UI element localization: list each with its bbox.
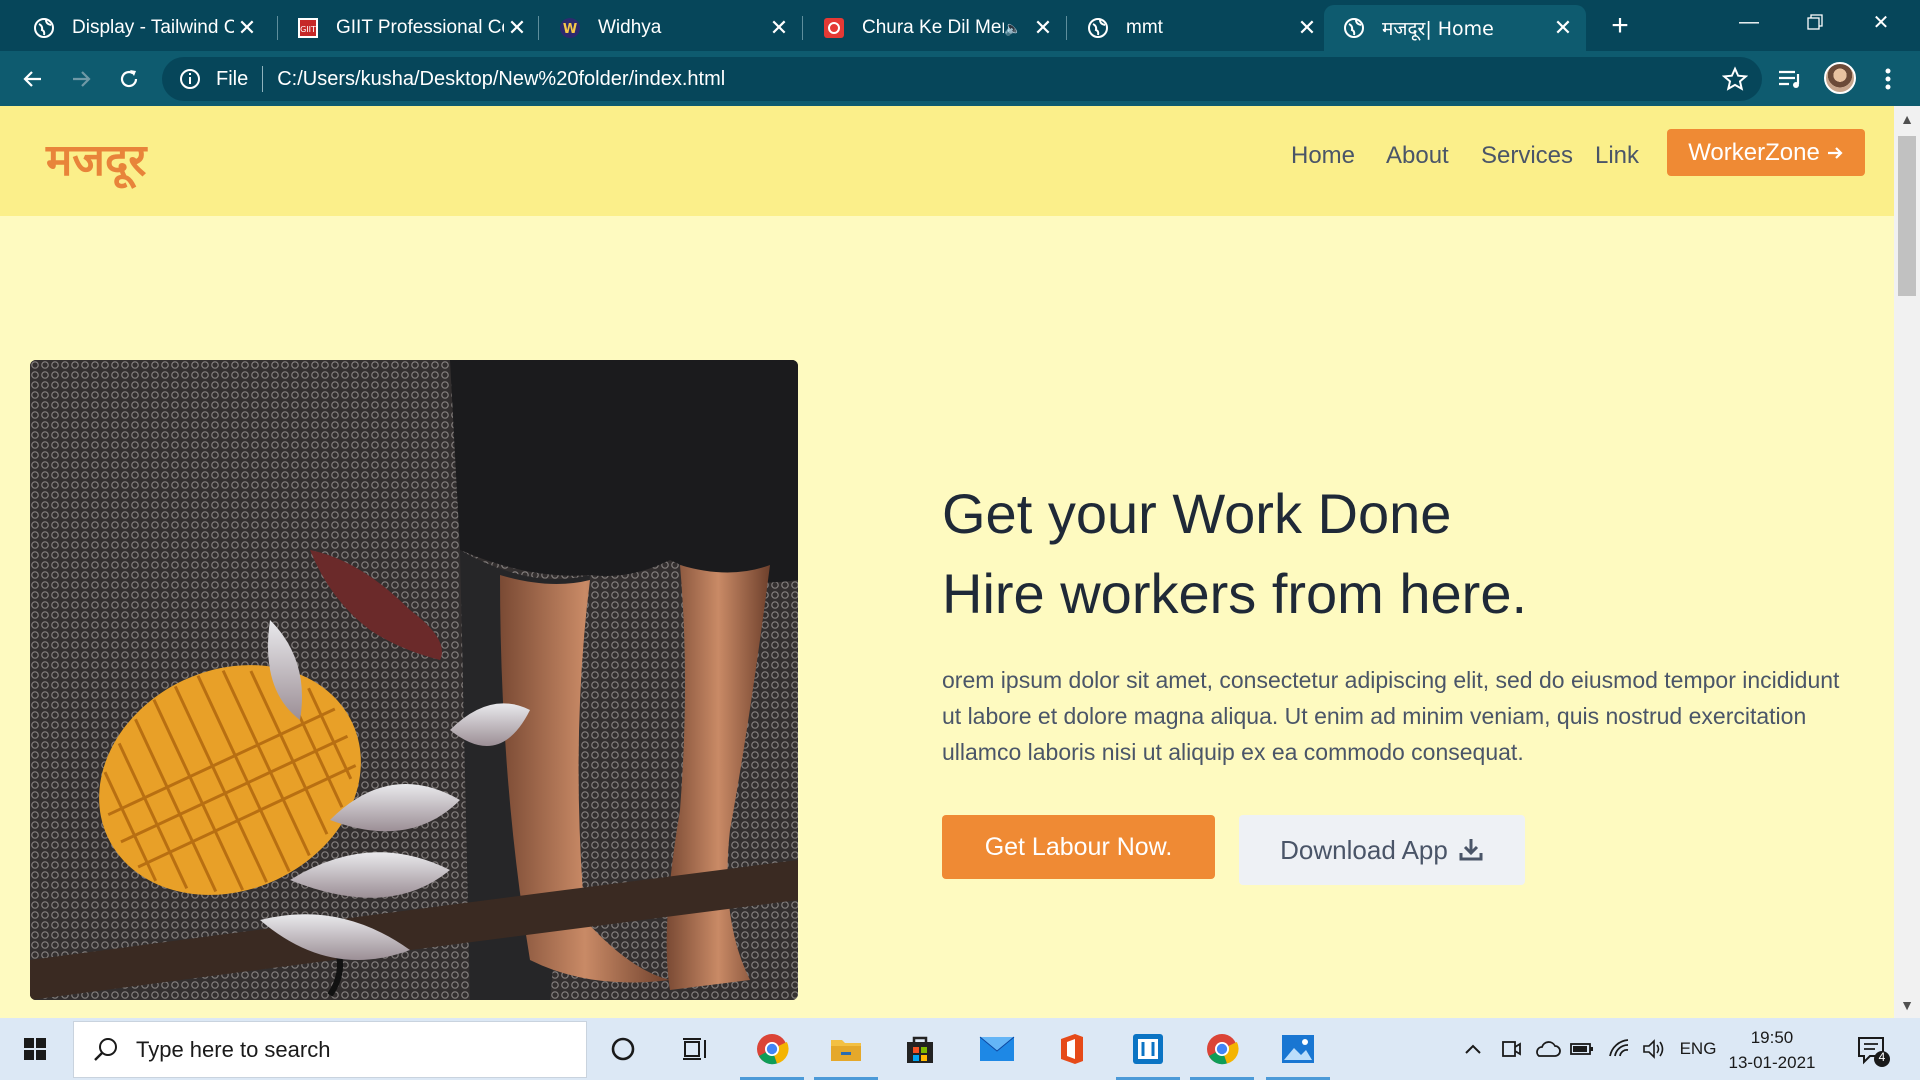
browser-toolbar: File C:/Users/kusha/Desktop/New%20folder…	[0, 51, 1920, 106]
headline-line-1: Get your Work Done	[942, 482, 1452, 545]
tab-title: Display - Tailwind CSS	[72, 17, 234, 38]
close-icon[interactable]: ✕	[1030, 15, 1056, 41]
taskbar-search-input[interactable]: Type here to search	[73, 1021, 587, 1078]
download-app-label: Download App	[1280, 834, 1448, 865]
giit-logo-icon: GIIT	[296, 16, 320, 40]
bookmark-star-icon[interactable]	[1722, 66, 1748, 92]
close-icon[interactable]: ✕	[504, 15, 530, 41]
clock-date: 13-01-2021	[1728, 1053, 1816, 1072]
tab-tailwind[interactable]: Display - Tailwind CSS ✕	[14, 5, 270, 51]
minimize-icon[interactable]: —	[1716, 0, 1782, 44]
search-placeholder: Type here to search	[136, 1036, 331, 1062]
tab-title: Widhya	[598, 17, 662, 38]
tab-title: Chura Ke Dil Mera	[862, 17, 1004, 38]
arrow-right-icon	[1827, 146, 1843, 159]
music-app-icon	[822, 16, 846, 40]
globe-icon	[1086, 16, 1110, 40]
media-playlist-icon[interactable]	[1772, 61, 1808, 97]
globe-icon	[1342, 16, 1366, 40]
back-icon[interactable]	[14, 60, 52, 98]
chrome-icon[interactable]	[1186, 1018, 1258, 1080]
scroll-down-icon[interactable]: ▼	[1894, 992, 1920, 1018]
language-indicator[interactable]: ENG	[1676, 1036, 1720, 1062]
svg-text:GIIT: GIIT	[300, 25, 316, 34]
page-viewport: मजदूर Home About Services Link WorkerZon…	[0, 106, 1894, 1018]
notification-center-icon[interactable]: 4	[1856, 1034, 1892, 1068]
site-navbar: मजदूर Home About Services Link WorkerZon…	[0, 106, 1894, 216]
tab-separator	[538, 16, 539, 40]
task-view-icon[interactable]	[659, 1018, 731, 1080]
onedrive-icon[interactable]	[1532, 1036, 1562, 1062]
download-icon	[1459, 839, 1483, 861]
globe-icon	[32, 16, 56, 40]
tab-separator	[802, 16, 803, 40]
close-icon[interactable]: ✕	[1550, 15, 1576, 41]
speaker-muted-icon[interactable]: 🔈	[1004, 16, 1022, 40]
windows-taskbar: Type here to search ENG 19:50 13-01-2021…	[0, 1018, 1920, 1080]
hero-paragraph: orem ipsum dolor sit amet, consectetur a…	[942, 667, 1840, 765]
office-icon[interactable]	[1036, 1018, 1108, 1080]
address-bar[interactable]: File C:/Users/kusha/Desktop/New%20folder…	[162, 57, 1762, 101]
reload-icon[interactable]	[110, 60, 148, 98]
tab-music[interactable]: Chura Ke Dil Mera 🔈 ✕	[804, 5, 1066, 51]
tab-mmt[interactable]: mmt ✕	[1068, 5, 1330, 51]
tab-giit[interactable]: GIIT GIIT Professional College ✕	[278, 5, 540, 51]
info-icon[interactable]	[178, 67, 202, 91]
close-icon[interactable]: ✕	[1294, 15, 1320, 41]
get-labour-button[interactable]: Get Labour Now.	[942, 815, 1215, 879]
tab-separator	[1066, 16, 1067, 40]
site-logo[interactable]: मजदूर	[46, 128, 146, 188]
omnibox-divider	[262, 66, 264, 92]
browser-tab-strip: Display - Tailwind CSS ✕ GIIT GIIT Profe…	[0, 0, 1920, 51]
worker-fishing-illustration	[30, 360, 798, 1000]
search-icon	[94, 1037, 117, 1061]
close-window-icon[interactable]: ✕	[1848, 0, 1914, 44]
store-icon[interactable]	[884, 1018, 956, 1080]
nav-services[interactable]: Services	[1481, 142, 1573, 170]
restore-icon[interactable]	[1782, 0, 1848, 44]
tab-mazdoor-home[interactable]: मजदूर| Home ✕	[1324, 5, 1586, 51]
tab-widhya[interactable]: W Widhya ✕	[540, 5, 802, 51]
battery-icon[interactable]	[1568, 1036, 1596, 1062]
close-icon[interactable]: ✕	[766, 15, 792, 41]
tab-title: GIIT Professional College	[336, 17, 504, 38]
download-app-button[interactable]: Download App	[1239, 815, 1525, 885]
forward-icon[interactable]	[62, 60, 100, 98]
volume-icon[interactable]	[1640, 1036, 1668, 1062]
notification-count: 4	[1878, 1050, 1886, 1064]
mail-icon[interactable]	[961, 1018, 1033, 1080]
new-tab-button[interactable]: +	[1600, 9, 1640, 42]
meet-now-icon[interactable]	[1498, 1036, 1524, 1062]
clock-time: 19:50	[1750, 1028, 1794, 1047]
svg-text:W: W	[563, 22, 577, 37]
profile-avatar[interactable]	[1824, 62, 1856, 94]
page-scrollbar[interactable]: ▲ ▼	[1894, 106, 1920, 1018]
chevron-up-icon[interactable]	[1460, 1036, 1486, 1062]
hero-headline: Get your Work Done Hire workers from her…	[942, 474, 1527, 634]
app-icon[interactable]	[1112, 1018, 1184, 1080]
scroll-thumb[interactable]	[1898, 136, 1916, 296]
nav-link[interactable]: Link	[1595, 142, 1639, 170]
headline-line-2: Hire workers from here.	[942, 562, 1528, 625]
widhya-logo-icon: W	[558, 16, 582, 40]
photos-icon[interactable]	[1262, 1018, 1334, 1080]
workerzone-button[interactable]: WorkerZone	[1667, 129, 1865, 176]
menu-dots-icon[interactable]	[1870, 61, 1906, 97]
wifi-icon[interactable]	[1606, 1036, 1634, 1062]
tab-title: mmt	[1126, 17, 1163, 38]
cortana-icon[interactable]	[587, 1018, 659, 1080]
tab-title: मजदूर| Home	[1382, 18, 1494, 40]
hero-image	[30, 360, 798, 1000]
scroll-up-icon[interactable]: ▲	[1894, 106, 1920, 132]
windows-start-icon[interactable]	[0, 1018, 70, 1080]
close-icon[interactable]: ✕	[234, 15, 260, 41]
file-explorer-icon[interactable]	[810, 1018, 882, 1080]
workerzone-label: WorkerZone	[1688, 138, 1820, 166]
scheme-label: File	[216, 67, 249, 90]
nav-home[interactable]: Home	[1291, 142, 1355, 170]
url-text[interactable]: C:/Users/kusha/Desktop/New%20folder/inde…	[277, 68, 725, 91]
chrome-icon[interactable]	[736, 1018, 808, 1080]
system-clock[interactable]: 19:50 13-01-2021	[1722, 1025, 1822, 1075]
nav-about[interactable]: About	[1386, 142, 1449, 170]
